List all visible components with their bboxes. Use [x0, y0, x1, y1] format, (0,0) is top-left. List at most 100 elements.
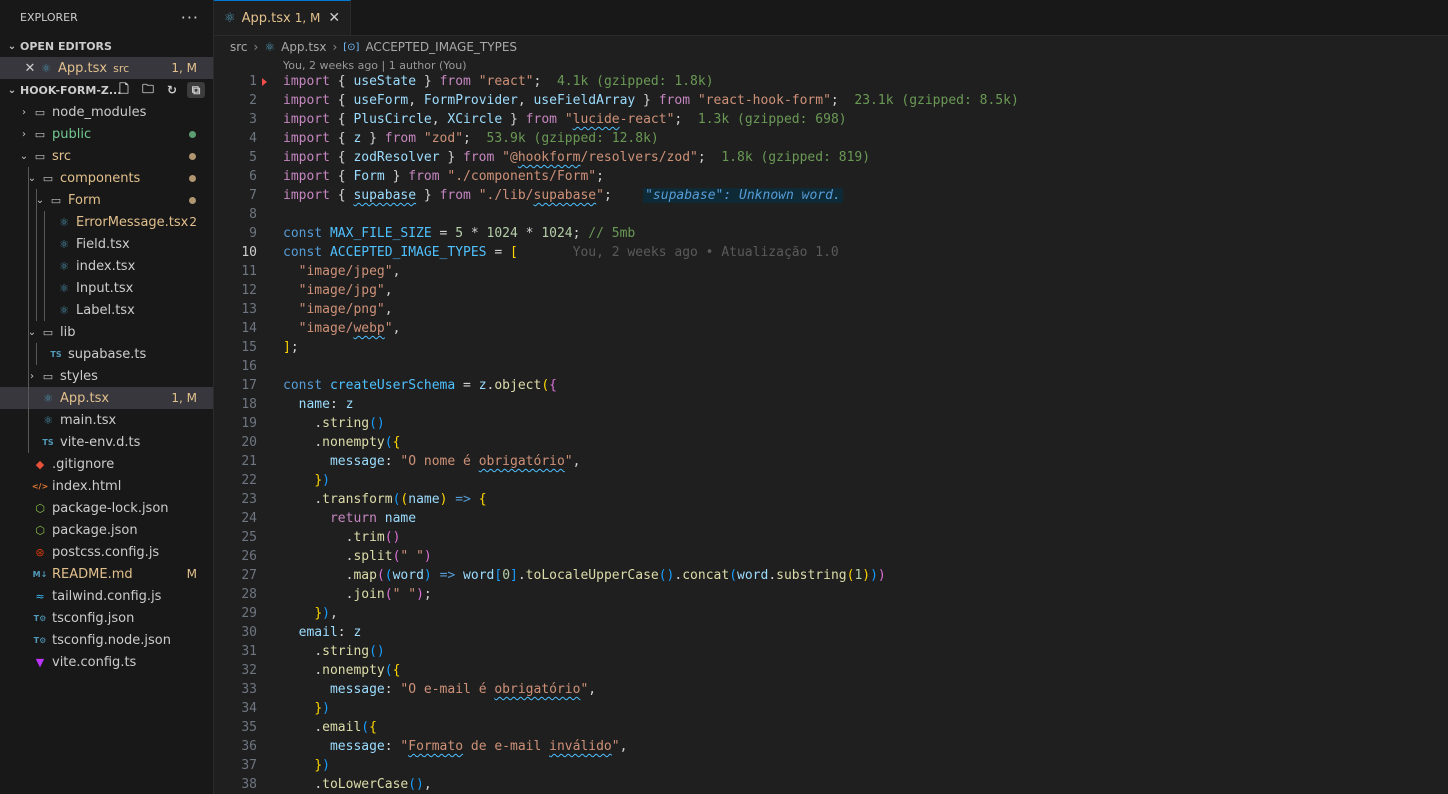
more-actions-icon[interactable]: ··· — [181, 8, 199, 27]
tree-item[interactable]: M↓ README.md M — [0, 563, 213, 585]
line-number: 21 — [241, 454, 257, 469]
import-size: 23.1k (gzipped: 8.5k) — [854, 93, 1019, 108]
tree-item-label: lib — [60, 324, 76, 340]
new-folder-icon[interactable]: 🗀 — [139, 82, 157, 98]
folder-icon: ▭ — [34, 105, 46, 119]
new-file-icon[interactable]: 🗋 — [115, 82, 133, 98]
tree-item[interactable]: T⚙ tsconfig.json — [0, 607, 213, 629]
indent-guide — [28, 167, 29, 189]
open-editor-app-tsx[interactable]: ✕ ⚛ App.tsx src 1, M — [0, 57, 213, 79]
code-line: 13 "image/png", — [214, 300, 1448, 319]
tree-item[interactable]: </> index.html — [0, 475, 213, 497]
breadcrumb-folder[interactable]: src — [230, 40, 248, 54]
tree-item[interactable]: ⚛ Label.tsx — [0, 299, 213, 321]
close-icon[interactable]: ✕ — [22, 61, 38, 76]
tree-item[interactable]: ⚛ Input.tsx — [0, 277, 213, 299]
chevron-right-icon: › — [30, 370, 34, 382]
code-line: 35 .email({ — [214, 718, 1448, 737]
code-text: "image/jpeg", — [298, 264, 401, 279]
typescript-icon: TS — [42, 437, 54, 447]
indent-guide — [28, 409, 29, 431]
line-number: 19 — [241, 416, 257, 431]
code-line: 3 import { PlusCircle, XCircle } from "lu… — [214, 110, 1448, 129]
chevron-right-icon: › — [332, 40, 338, 54]
breadcrumb-symbol[interactable]: ACCEPTED_IMAGE_TYPES — [365, 40, 517, 54]
tree-item[interactable]: ⌄ ▭ components — [0, 167, 213, 189]
line-number: 18 — [241, 397, 257, 412]
project-section[interactable]: ⌄ HOOK-FORM-Z... 🗋 🗀 ↻ ⧉ — [0, 79, 213, 101]
tsconfig-icon: T⚙ — [33, 635, 47, 645]
code-text: .split(" ") — [345, 549, 432, 564]
code-text: .nonempty({ — [314, 435, 401, 450]
code-text: message: "Formato de e-mail inválido", — [329, 739, 628, 754]
tree-item[interactable]: ⌄ ▭ src — [0, 145, 213, 167]
breadcrumb-file[interactable]: App.tsx — [281, 40, 326, 54]
code-text: }) — [314, 701, 330, 716]
tree-item[interactable]: TS supabase.ts — [0, 343, 213, 365]
tree-item-label: Field.tsx — [76, 236, 130, 252]
code-text: return name — [329, 511, 417, 526]
tree-item[interactable]: ⚛ Field.tsx — [0, 233, 213, 255]
tree-item-label: tailwind.config.js — [52, 588, 162, 604]
tree-item[interactable]: ▼ vite.config.ts — [0, 651, 213, 673]
line-number: 35 — [241, 720, 257, 735]
line-number: 37 — [241, 758, 257, 773]
git-status-dot — [189, 152, 196, 160]
indent-guide — [44, 255, 45, 277]
indent-guide — [28, 387, 29, 409]
tree-item[interactable]: › ▭ styles — [0, 365, 213, 387]
spell-check-diagnostic[interactable]: "supabase": Unknown word. — [643, 188, 843, 203]
code-editor[interactable]: 1 import { useState } from "react"; 4.1k … — [214, 72, 1448, 794]
indent-guide — [36, 255, 37, 277]
chevron-down-icon: ⌄ — [7, 40, 17, 52]
indent-guide — [28, 299, 29, 321]
tree-item[interactable]: ⬡ package.json — [0, 519, 213, 541]
tree-item[interactable]: ⌄ ▭ Form — [0, 189, 213, 211]
line-number: 2 — [249, 93, 257, 108]
open-editors-section[interactable]: ⌄ OPEN EDITORS — [0, 35, 213, 57]
code-text: }) — [314, 758, 330, 773]
tree-item[interactable]: TS vite-env.d.ts — [0, 431, 213, 453]
code-line: 27 .map((word) => word[0].toLocaleUpperC… — [214, 566, 1448, 585]
tree-item[interactable]: ⚛ App.tsx 1, M — [0, 387, 213, 409]
indent-guide — [28, 255, 29, 277]
code-line: 1 import { useState } from "react"; 4.1k … — [214, 72, 1448, 91]
line-number: 1 — [249, 74, 257, 89]
chevron-down-icon: ⌄ — [35, 194, 45, 206]
line-number: 12 — [241, 283, 257, 298]
line-number: 24 — [241, 511, 257, 526]
refresh-icon[interactable]: ↻ — [163, 82, 181, 98]
tree-item[interactable]: ⚛ ErrorMessage.tsx 2 — [0, 211, 213, 233]
tree-item[interactable]: ⚛ index.tsx — [0, 255, 213, 277]
project-actions: 🗋 🗀 ↻ ⧉ — [115, 82, 205, 98]
tree-item[interactable]: T⚙ tsconfig.node.json — [0, 629, 213, 651]
line-number: 29 — [241, 606, 257, 621]
code-line: 38 .toLowerCase(), — [214, 775, 1448, 794]
code-line: 14 "image/webp", — [214, 319, 1448, 338]
git-status-dot — [189, 130, 196, 138]
code-text: .trim() — [345, 530, 401, 545]
code-text: const MAX_FILE_SIZE = 5 * 1024 * 1024; /… — [283, 226, 636, 241]
tree-item-label: tsconfig.json — [52, 610, 135, 626]
tree-item[interactable]: ≈ tailwind.config.js — [0, 585, 213, 607]
code-line: 32 .nonempty({ — [214, 661, 1448, 680]
editor-area: ⚛ App.tsx 1, M ✕ src › ⚛ App.tsx › [⊙] A… — [214, 0, 1448, 794]
tree-item[interactable]: ◆ .gitignore — [0, 453, 213, 475]
code-line: 34 }) — [214, 699, 1448, 718]
code-line: 2 import { useForm, FormProvider, useFiel… — [214, 91, 1448, 110]
tree-item[interactable]: ⌄ ▭ lib — [0, 321, 213, 343]
code-line: 9 const MAX_FILE_SIZE = 5 * 1024 * 1024; … — [214, 224, 1448, 243]
tree-item[interactable]: › ▭ public — [0, 123, 213, 145]
tree-item[interactable]: ⚛ main.tsx — [0, 409, 213, 431]
chevron-down-icon: ⌄ — [19, 150, 29, 162]
line-number: 28 — [241, 587, 257, 602]
tree-item[interactable]: ⬡ package-lock.json — [0, 497, 213, 519]
tree-item[interactable]: › ▭ node_modules — [0, 101, 213, 123]
import-size: 53.9k (gzipped: 12.8k) — [486, 131, 659, 146]
tab-app-tsx[interactable]: ⚛ App.tsx 1, M ✕ — [214, 0, 352, 35]
collapse-all-icon[interactable]: ⧉ — [187, 82, 205, 98]
tree-item[interactable]: ⊛ postcss.config.js — [0, 541, 213, 563]
close-icon[interactable]: ✕ — [328, 10, 340, 26]
folder-icon: ▭ — [50, 193, 62, 207]
tree-item-label: main.tsx — [60, 412, 117, 428]
